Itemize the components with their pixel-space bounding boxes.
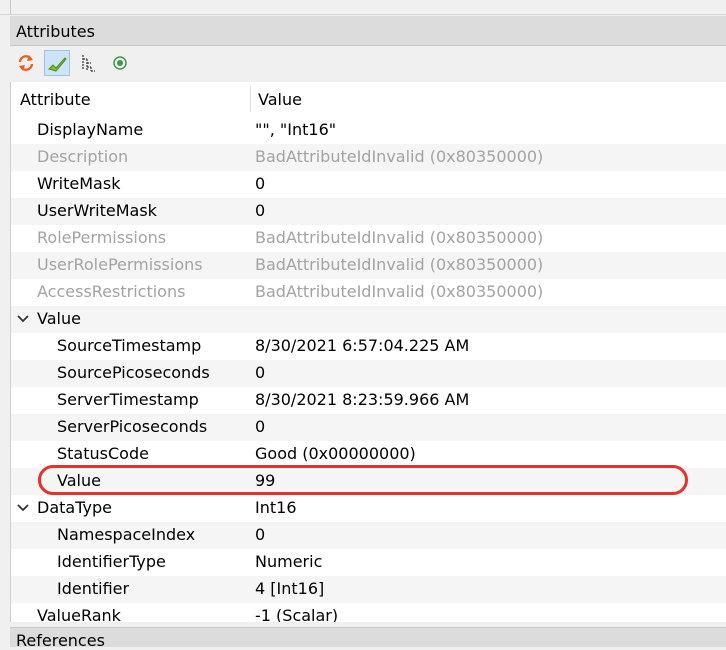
- row-name: Value: [37, 309, 81, 328]
- table-row[interactable]: UserWriteMask 0: [11, 198, 726, 225]
- table-row[interactable]: Identifier 4 [Int16]: [11, 576, 726, 603]
- references-panel-header: References: [10, 627, 726, 650]
- top-splitter: [0, 0, 726, 15]
- row-name: ValueRank: [37, 606, 121, 622]
- row-value: 0: [255, 201, 266, 220]
- column-divider[interactable]: [250, 86, 251, 112]
- row-name: Description: [37, 147, 129, 166]
- row-value: Good (0x00000000): [255, 444, 416, 463]
- table-row[interactable]: UserRolePermissions BadAttributeIdInvali…: [11, 252, 726, 279]
- row-value: Numeric: [255, 552, 323, 571]
- row-name: StatusCode: [57, 444, 149, 463]
- table-header: Attribute Value: [11, 82, 726, 114]
- table-row[interactable]: StatusCode Good (0x00000000): [11, 441, 726, 468]
- row-name: DisplayName: [37, 120, 144, 139]
- row-value: BadAttributeIdInvalid (0x80350000): [255, 147, 544, 166]
- row-name: DataType: [37, 498, 112, 517]
- chevron-down-icon[interactable]: [17, 312, 29, 324]
- table-row[interactable]: IdentifierType Numeric: [11, 549, 726, 576]
- table-row[interactable]: Description BadAttributeIdInvalid (0x803…: [11, 144, 726, 171]
- row-value: 0: [255, 525, 266, 544]
- table-row[interactable]: SourcePicoseconds 0: [11, 360, 726, 387]
- panel-title: Attributes: [16, 22, 95, 41]
- chevron-down-icon[interactable]: [17, 501, 29, 513]
- table-row[interactable]: NamespaceIndex 0: [11, 522, 726, 549]
- attributes-panel-header: Attributes: [10, 16, 726, 46]
- row-name: IdentifierType: [57, 552, 166, 571]
- row-name: NamespaceIndex: [57, 525, 196, 544]
- row-value: 0: [255, 174, 266, 193]
- tree-view-button[interactable]: [76, 50, 102, 76]
- row-name: ServerTimestamp: [57, 390, 199, 409]
- row-name: UserRolePermissions: [37, 255, 203, 274]
- row-name: AccessRestrictions: [37, 282, 186, 301]
- table-row[interactable]: Value: [11, 306, 726, 333]
- row-value: 0: [255, 363, 266, 382]
- check-button[interactable]: [44, 50, 70, 76]
- table-row[interactable]: DisplayName "", "Int16": [11, 117, 726, 144]
- table-row[interactable]: DataType Int16: [11, 495, 726, 522]
- refresh-button[interactable]: [13, 50, 39, 76]
- row-value: BadAttributeIdInvalid (0x80350000): [255, 255, 544, 274]
- row-value: 99: [255, 471, 276, 490]
- row-name: SourcePicoseconds: [57, 363, 210, 382]
- refresh-icon: [18, 55, 34, 71]
- table-row[interactable]: ServerTimestamp 8/30/2021 8:23:59.966 AM: [11, 387, 726, 414]
- toolbar: [10, 46, 726, 80]
- row-value: "", "Int16": [255, 120, 337, 139]
- row-value: Int16: [255, 498, 297, 517]
- table-row[interactable]: WriteMask 0: [11, 171, 726, 198]
- table-row[interactable]: ValueRank -1 (Scalar): [11, 603, 726, 622]
- row-name: ServerPicoseconds: [57, 417, 208, 436]
- value-column-header[interactable]: Value: [258, 90, 302, 109]
- row-value: 0: [255, 417, 266, 436]
- row-name: Identifier: [57, 579, 130, 598]
- row-value: -1 (Scalar): [255, 606, 339, 622]
- table-row[interactable]: AccessRestrictions BadAttributeIdInvalid…: [11, 279, 726, 306]
- table-row[interactable]: ServerPicoseconds 0: [11, 414, 726, 441]
- row-name: Value: [57, 471, 101, 490]
- attribute-column-header[interactable]: Attribute: [20, 90, 91, 109]
- table-row[interactable]: SourceTimestamp 8/30/2021 6:57:04.225 AM: [11, 333, 726, 360]
- row-name: RolePermissions: [37, 228, 167, 247]
- table-row[interactable]: RolePermissions BadAttributeIdInvalid (0…: [11, 225, 726, 252]
- table-row-value-selected[interactable]: Value 99: [11, 468, 726, 495]
- radio-icon: [113, 56, 127, 70]
- row-name: UserWriteMask: [37, 201, 157, 220]
- row-name: SourceTimestamp: [57, 336, 202, 355]
- references-title: References: [16, 631, 105, 650]
- row-value: 4 [Int16]: [255, 579, 325, 598]
- attributes-table: Attribute Value DisplayName "", "Int16" …: [10, 82, 726, 622]
- subscribe-button[interactable]: [107, 50, 133, 76]
- row-name: WriteMask: [37, 174, 121, 193]
- checkmark-icon: [48, 57, 67, 72]
- row-value: BadAttributeIdInvalid (0x80350000): [255, 228, 544, 247]
- tree-icon: [82, 55, 95, 72]
- row-value: BadAttributeIdInvalid (0x80350000): [255, 282, 544, 301]
- row-value: 8/30/2021 8:23:59.966 AM: [255, 390, 470, 409]
- row-value: 8/30/2021 6:57:04.225 AM: [255, 336, 470, 355]
